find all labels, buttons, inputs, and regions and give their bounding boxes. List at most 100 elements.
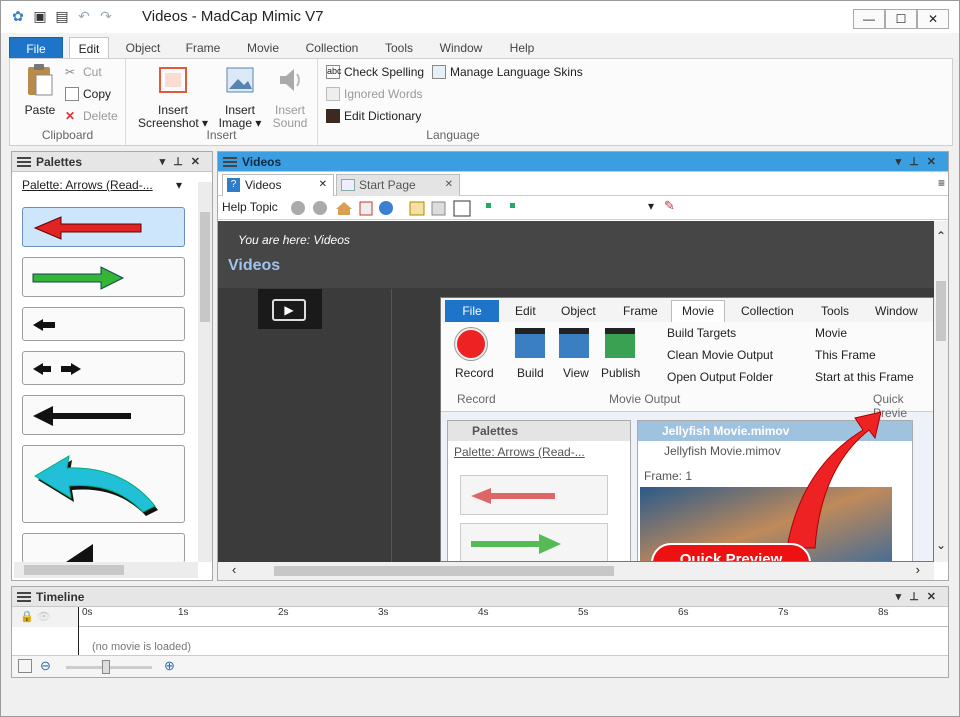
paste-button[interactable]: Paste [18, 63, 62, 117]
zoom-out-icon[interactable]: ⊖ [40, 658, 51, 674]
embedded-screenshot: File Edit Object Frame Movie Collection … [440, 297, 934, 562]
insert-screenshot-button[interactable]: Insert Screenshot ▾ [138, 63, 208, 130]
maximize-button[interactable]: ☐ [885, 9, 917, 29]
tick-1s: 1s [178, 607, 189, 618]
embedded-tab-frame: Frame [623, 304, 658, 318]
app-icon[interactable]: ✿ [9, 7, 27, 25]
cut-button[interactable]: ✂ Cut [65, 63, 102, 81]
fit-icon[interactable] [18, 659, 32, 673]
red-curved-arrow-icon [786, 411, 881, 549]
content-hscroll[interactable]: ‹ › [218, 562, 934, 580]
clear-format-icon[interactable]: ✎ [664, 198, 675, 214]
tab-list-icon[interactable]: ≡ [938, 176, 945, 190]
tab-frame[interactable]: Frame [181, 37, 225, 59]
view-icon [559, 328, 589, 358]
tab-start-page[interactable]: Start Page ✕ [336, 174, 460, 196]
insert-image-button[interactable]: Insert Image ▾ [216, 63, 264, 130]
content-vscroll[interactable]: ⌃ ⌄ [934, 221, 948, 562]
menu-icon[interactable] [17, 592, 31, 602]
breadcrumb: You are here: Videos [238, 233, 350, 247]
tick-0s: 0s [82, 607, 93, 618]
menu-icon[interactable] [223, 157, 237, 167]
menu-icon[interactable] [17, 157, 31, 167]
tab-tools[interactable]: Tools [379, 37, 419, 59]
palette-item-double-arrow[interactable] [22, 351, 185, 385]
screenshot-icon [159, 67, 187, 93]
insert-group-label: Insert [206, 128, 237, 142]
insert-group: Insert Screenshot ▾ Insert Image ▾ Inser… [126, 59, 318, 145]
palette-selector[interactable]: Palette: Arrows (Read-... ▾ [22, 178, 184, 194]
manage-language-skins-button[interactable]: Manage Language Skins [432, 63, 583, 81]
quick-preview-callout: Quick Preview [651, 543, 811, 561]
tab-movie[interactable]: Movie [241, 37, 285, 59]
edit-dictionary-button[interactable]: Edit Dictionary [326, 107, 421, 125]
palette-item-long-arrow[interactable] [22, 395, 185, 435]
insert-sound-button[interactable]: Insert Sound [268, 63, 312, 130]
ribbon: Paste ✂ Cut Copy ✕ Delete Clipboard Insert… [9, 58, 953, 146]
green-arrow-right-icon [32, 266, 125, 290]
embedded-view-label: View [563, 366, 589, 380]
scroll-down-icon[interactable]: ⌄ [936, 538, 946, 552]
palette-scrollbar[interactable] [198, 182, 212, 562]
image-icon [226, 67, 254, 93]
tab-videos[interactable]: ? Videos ✕ [222, 174, 334, 196]
play-icon[interactable]: ▶ [272, 299, 306, 321]
palette-item-partial[interactable] [22, 533, 185, 564]
scissors-icon: ✂ [65, 65, 76, 79]
playhead[interactable] [78, 607, 79, 655]
scroll-left-icon[interactable]: ‹ [232, 562, 236, 577]
tick-5s: 5s [578, 607, 589, 618]
save-all-icon[interactable]: ▤ [53, 7, 71, 25]
tab-edit[interactable]: Edit [69, 37, 109, 59]
zoom-in-icon[interactable]: ⊕ [164, 658, 175, 674]
red-arrow-left-icon [33, 216, 142, 240]
scroll-right-icon[interactable]: › [916, 562, 920, 577]
tick-2s: 2s [278, 607, 289, 618]
tick-4s: 4s [478, 607, 489, 618]
scroll-up-icon[interactable]: ⌃ [936, 229, 946, 243]
redo-icon[interactable]: ↷ [97, 7, 115, 25]
tab-window[interactable]: Window [435, 37, 487, 59]
tab-object[interactable]: Object [119, 37, 167, 59]
copy-icon [65, 87, 79, 101]
delete-button[interactable]: ✕ Delete [65, 107, 118, 125]
timeline-status: (no movie is loaded) [92, 641, 192, 653]
check-spelling-button[interactable]: abc Check Spelling [326, 63, 424, 81]
partial-arrow-icon [63, 544, 93, 564]
palette-item-green-arrow[interactable] [22, 257, 185, 297]
save-icon[interactable]: ▣ [31, 7, 49, 25]
embedded-this-frame: This Frame [815, 348, 876, 362]
palette-item-red-arrow[interactable] [22, 207, 185, 247]
timeline-header: Timeline ▾⊥✕ [12, 587, 948, 607]
tick-3s: 3s [378, 607, 389, 618]
ignored-words-icon [326, 87, 340, 101]
ignored-words-button[interactable]: Ignored Words [326, 85, 423, 103]
undo-icon[interactable]: ↶ [75, 7, 93, 25]
tab-file[interactable]: File [9, 37, 63, 59]
toolbar-icons[interactable] [290, 199, 550, 217]
minimize-button[interactable]: — [853, 9, 885, 29]
tab-help[interactable]: Help [505, 37, 539, 59]
palette-item-curved-arrow[interactable] [22, 445, 185, 523]
embedded-tab-edit: Edit [515, 304, 536, 318]
palette-hscroll[interactable] [14, 562, 198, 578]
panel-controls[interactable]: ▾⊥✕ [896, 152, 944, 172]
close-button[interactable]: ✕ [917, 9, 949, 29]
palette-item-small-arrow[interactable] [22, 307, 185, 341]
embedded-tab-file: File [445, 300, 499, 322]
video-thumbnail[interactable]: ▶ [258, 289, 322, 329]
panel-controls[interactable]: ▾⊥✕ [896, 587, 944, 607]
copy-button[interactable]: Copy [65, 85, 111, 103]
tick-8s: 8s [878, 607, 889, 618]
tab-collection[interactable]: Collection [301, 37, 363, 59]
embedded-build-targets: Build Targets [667, 326, 737, 340]
toolbar-dropdown-arrow[interactable]: ▾ [648, 199, 654, 213]
zoom-slider[interactable] [66, 660, 152, 674]
tab-close-icon[interactable]: ✕ [319, 175, 327, 195]
help-topic-label: Help Topic [222, 200, 278, 214]
panel-controls[interactable]: ▾⊥✕ [160, 152, 208, 172]
help-topic-icon: ? [227, 178, 240, 192]
tab-close-icon[interactable]: ✕ [445, 175, 453, 195]
document-tabs: ? Videos ✕ Start Page ✕ [218, 172, 948, 196]
timeline-lock-eye[interactable]: 🔒 👁 [12, 607, 78, 627]
